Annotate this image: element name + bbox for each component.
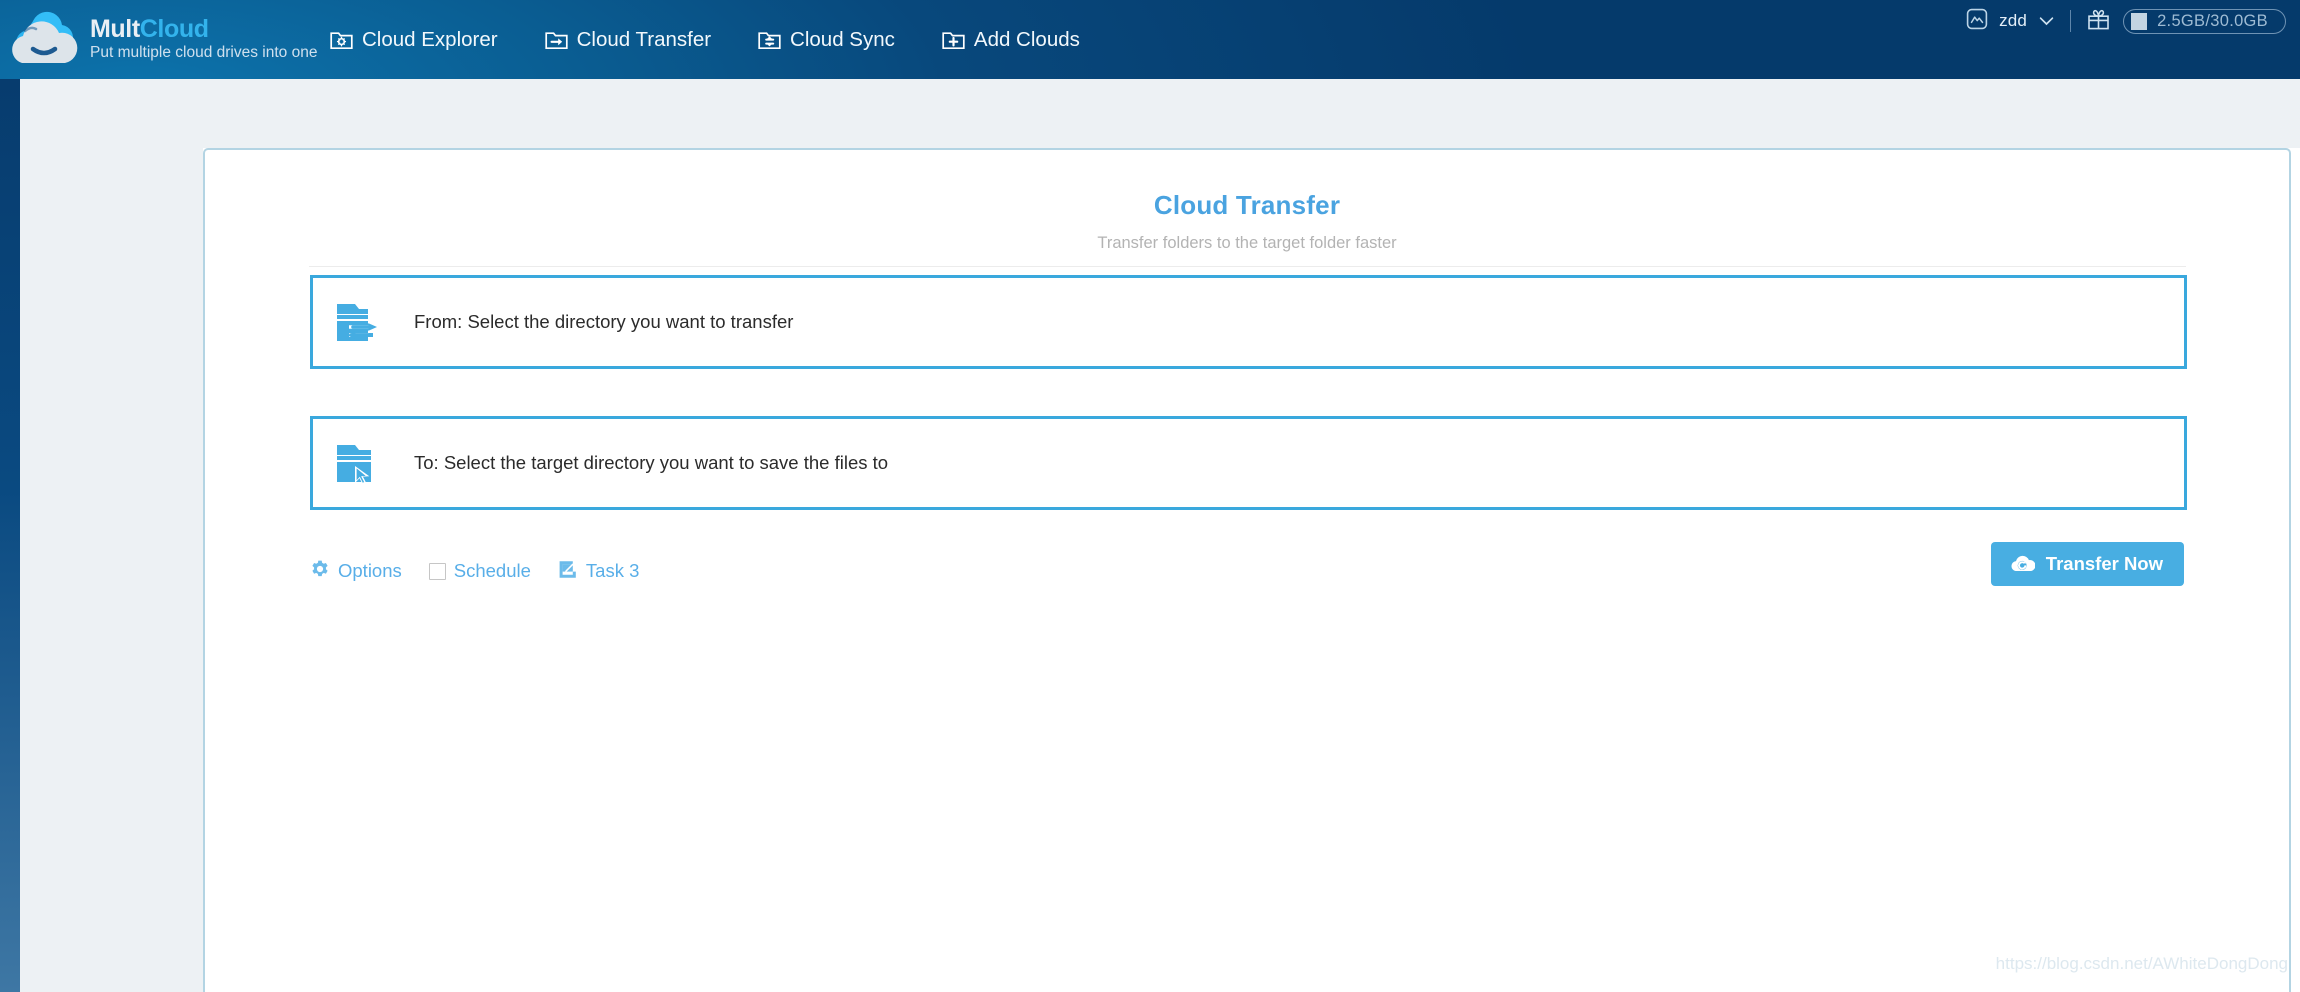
cloud-transfer-icon	[2009, 554, 2036, 574]
folder-arrow-right-icon	[544, 29, 568, 50]
user-name[interactable]: zdd	[1999, 11, 2027, 31]
account-area: zdd 2.5GB/30.0GB	[1966, 0, 2286, 42]
schedule-checkbox[interactable]: Schedule	[428, 560, 531, 582]
storage-usage-text: 2.5GB/30.0GB	[2157, 11, 2268, 30]
chevron-down-icon[interactable]	[2027, 11, 2054, 31]
source-selector-label: From: Select the directory you want to t…	[414, 311, 794, 332]
title-divider	[308, 266, 2186, 267]
gear-icon	[310, 559, 330, 584]
folder-transfer-from-icon	[335, 298, 389, 346]
nav-item-label: Cloud Sync	[790, 27, 895, 51]
source-selector-box[interactable]: From: Select the directory you want to t…	[310, 275, 2187, 369]
nav-item-label: Add Clouds	[973, 27, 1080, 51]
brand-name-secondary: Cloud	[139, 14, 209, 43]
page-background-top	[203, 79, 2300, 148]
nav-item-label: Cloud Transfer	[576, 27, 712, 51]
left-accent-strip	[0, 79, 20, 992]
page-subtitle: Transfer folders to the target folder fa…	[1097, 234, 1397, 252]
brand-area[interactable]: MultCloud Put multiple cloud drives into…	[0, 0, 317, 79]
options-button[interactable]: Options	[310, 559, 402, 584]
nav-item-cloud-sync[interactable]: Cloud Sync	[758, 28, 895, 52]
page-body: Cloud Transfer Transfer folders to the t…	[0, 79, 2300, 992]
watermark-text: https://blog.csdn.net/AWhiteDongDong	[1995, 954, 2288, 973]
checkbox-unchecked-icon[interactable]	[428, 562, 446, 580]
main-nav: Cloud Explorer Cloud Transfer Cloud Sync…	[330, 0, 1080, 79]
cloud-logo-icon	[2, 7, 88, 73]
left-gutter	[20, 79, 203, 992]
brand-text: MultCloud Put multiple cloud drives into…	[90, 15, 317, 65]
schedule-label: Schedule	[453, 560, 531, 581]
nav-item-add-clouds[interactable]: Add Clouds	[942, 28, 1080, 52]
brand-name-primary: Mult	[90, 14, 140, 43]
target-selector-box[interactable]: To: Select the target directory you want…	[310, 416, 2187, 510]
brand-name: MultCloud	[90, 15, 317, 43]
task-button[interactable]: Task 3	[558, 559, 639, 584]
folder-pointer-to-icon	[335, 439, 389, 487]
gift-icon[interactable]	[2087, 8, 2110, 35]
storage-usage-bar	[2131, 12, 2148, 30]
nav-item-cloud-transfer[interactable]: Cloud Transfer	[544, 27, 712, 52]
target-selector-label: To: Select the target directory you want…	[414, 452, 889, 473]
storage-indicator[interactable]: 2.5GB/30.0GB	[2123, 8, 2286, 34]
user-avatar-icon[interactable]	[1966, 8, 1988, 35]
transfer-now-label: Transfer Now	[2045, 553, 2163, 574]
transfer-now-button[interactable]: Transfer Now	[1990, 542, 2184, 586]
app-header: MultCloud Put multiple cloud drives into…	[0, 0, 2300, 79]
nav-item-label: Cloud Explorer	[362, 27, 498, 51]
header-divider	[2070, 10, 2072, 32]
folder-sync-icon	[758, 29, 781, 50]
brand-tagline: Put multiple cloud drives into one	[90, 43, 318, 61]
edit-pencil-icon	[558, 559, 578, 584]
folder-plus-icon	[942, 29, 965, 50]
folder-gear-icon	[330, 29, 353, 50]
cloud-transfer-card: Cloud Transfer Transfer folders to the t…	[203, 148, 2291, 992]
options-label: Options	[338, 560, 402, 581]
nav-item-cloud-explorer[interactable]: Cloud Explorer	[330, 28, 498, 52]
options-row: Options Schedule Task 3	[310, 548, 2187, 594]
page-title: Cloud Transfer	[1153, 190, 1341, 220]
task-label: Task 3	[585, 560, 640, 581]
